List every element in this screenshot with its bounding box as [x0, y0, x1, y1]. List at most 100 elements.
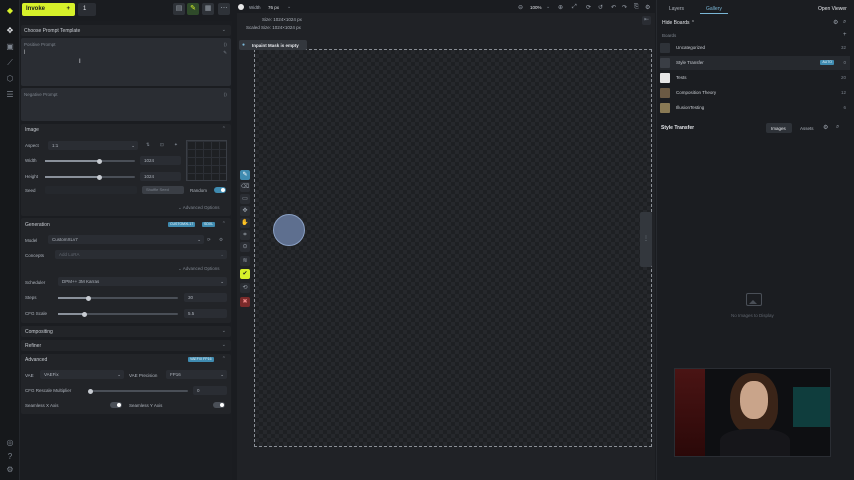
cfg-scale-slider[interactable]: [58, 311, 178, 317]
picker-tool-icon[interactable]: ⊙: [240, 242, 250, 252]
delete-tool-icon[interactable]: ✖: [240, 297, 250, 307]
expand-icon[interactable]: ⟨⟩: [223, 42, 227, 48]
compositing-section[interactable]: Compositing ⌄: [21, 326, 231, 337]
eraser-tool-icon[interactable]: ⌫: [240, 182, 250, 192]
seamless-x-toggle[interactable]: [110, 402, 122, 408]
quantity-field[interactable]: 1: [78, 3, 96, 16]
random-seed-toggle[interactable]: [214, 187, 226, 193]
redo-icon[interactable]: ↷: [622, 4, 627, 11]
shuffle-seed-button[interactable]: Shuffle Seed: [142, 186, 184, 194]
gallery-search-icon[interactable]: ⌕: [836, 124, 839, 131]
toggle-panel-icon[interactable]: ⇤: [642, 16, 651, 25]
reset-icon[interactable]: ↺: [598, 4, 603, 11]
zoom-level[interactable]: 100%: [530, 5, 542, 10]
gear-icon[interactable]: ⚙: [5, 465, 15, 475]
height-slider-thumb[interactable]: [96, 174, 102, 180]
grid-icon[interactable]: ▦: [202, 3, 214, 15]
drawing-canvas[interactable]: [254, 49, 652, 447]
steps-input[interactable]: 30: [184, 293, 227, 302]
chevron-up-icon[interactable]: ⌃: [222, 356, 226, 362]
save-icon[interactable]: ⎘: [634, 4, 639, 11]
help-icon[interactable]: ?: [5, 452, 15, 462]
advanced-options-image-toggle[interactable]: ⌄ Advanced Options: [178, 205, 220, 211]
canvas-tab-icon[interactable]: ✥: [5, 26, 15, 36]
rotate-icon[interactable]: ⟳: [586, 4, 591, 11]
clear-queue-icon[interactable]: ▤: [173, 3, 185, 15]
tab-gallery[interactable]: Gallery: [706, 6, 722, 12]
height-input[interactable]: 1024: [140, 172, 181, 181]
add-board-icon[interactable]: +: [843, 32, 847, 38]
brush-tool-icon[interactable]: ✎: [240, 170, 250, 180]
transform-tool-icon[interactable]: ⟲: [240, 283, 250, 293]
steps-slider-thumb[interactable]: [85, 295, 91, 301]
refiner-section[interactable]: Refiner ⌄: [21, 340, 231, 351]
prompt-template-selector[interactable]: Choose Prompt Template ⌄: [21, 25, 231, 36]
tab-layers[interactable]: Layers: [669, 6, 684, 12]
board-item[interactable]: Tests 20: [660, 71, 850, 85]
edit-icon[interactable]: ✎: [187, 3, 199, 15]
sparkle-icon[interactable]: ✦: [174, 142, 178, 148]
model-select[interactable]: CustomXLv7 ⌄: [48, 235, 204, 244]
undo-icon[interactable]: ↶: [611, 4, 616, 11]
chevron-up-icon[interactable]: ⌃: [222, 126, 226, 132]
board-item[interactable]: Style Transfer 0 AUTO: [660, 56, 850, 70]
gallery-settings-icon[interactable]: ⚙: [823, 124, 828, 131]
chevron-down-icon[interactable]: ⌄: [287, 4, 291, 10]
advanced-options-generation-toggle[interactable]: ⌄ Advanced Options: [178, 266, 220, 272]
chevron-up-icon[interactable]: ⌃: [222, 221, 226, 227]
image-tab-icon[interactable]: ▣: [5, 42, 15, 52]
open-viewer-button[interactable]: Open Viewer: [818, 6, 847, 12]
vae-select[interactable]: VAEFix ⌄: [40, 370, 124, 379]
cfg-scale-input[interactable]: 5.5: [184, 309, 227, 318]
settings-icon[interactable]: ⚙: [645, 4, 650, 11]
advanced-title[interactable]: Advanced: [25, 357, 47, 363]
width-input[interactable]: 1024: [140, 156, 181, 165]
right-panel-handle[interactable]: ⋮: [640, 212, 652, 267]
scheduler-select[interactable]: DPM++ 3M Karras ⌄: [58, 277, 227, 286]
queue-tab-icon[interactable]: ☰: [5, 90, 15, 100]
generation-section-title[interactable]: Generation: [25, 222, 50, 228]
seamless-y-toggle[interactable]: [213, 402, 225, 408]
more-icon[interactable]: ⋯: [218, 3, 230, 15]
fit-icon[interactable]: ⤢: [572, 4, 577, 11]
lightbulb-icon[interactable]: ◎: [5, 438, 15, 448]
aspect-select[interactable]: 1:1 ⌄: [48, 141, 138, 150]
search-icon[interactable]: ⌕: [843, 19, 846, 26]
expand-icon[interactable]: ⟨⟩: [223, 92, 227, 98]
rect-tool-icon[interactable]: ▭: [240, 194, 250, 204]
add-embedding-icon[interactable]: ✎: [223, 50, 227, 56]
workflow-tab-icon[interactable]: ⟋: [5, 58, 15, 68]
swap-icon[interactable]: ⇅: [146, 142, 150, 148]
board-item[interactable]: IllusionTesting 6: [660, 101, 850, 115]
width-slider-thumb[interactable]: [96, 158, 102, 164]
zoom-chevron-icon[interactable]: ⌄: [546, 4, 550, 10]
view-tool-icon[interactable]: ✋: [240, 218, 250, 228]
negative-prompt-input[interactable]: Negative Prompt ⟨⟩: [21, 88, 231, 121]
lock-icon[interactable]: ⊡: [160, 142, 164, 148]
hide-boards-button[interactable]: Hide Boards ⌃: [662, 20, 695, 26]
settings-icon[interactable]: ⚙: [833, 19, 838, 26]
height-slider[interactable]: [45, 174, 135, 180]
vae-precision-select[interactable]: FP16 ⌄: [166, 370, 227, 379]
board-item[interactable]: Composition Theory 12: [660, 86, 850, 100]
zoom-out-icon[interactable]: ⊖: [518, 4, 523, 11]
models-tab-icon[interactable]: ⬡: [5, 74, 15, 84]
move-tool-icon[interactable]: ✥: [240, 206, 250, 216]
brush-color-swatch[interactable]: [238, 4, 244, 10]
positive-prompt-input[interactable]: Positive Prompt | I ⟨⟩ ✎: [21, 38, 231, 86]
cfg-slider-thumb[interactable]: [81, 311, 87, 317]
seed-input[interactable]: [45, 186, 137, 194]
sync-icon[interactable]: ⟳: [207, 237, 211, 243]
tab-assets[interactable]: Assets: [800, 126, 814, 131]
bbox-tool-icon[interactable]: ⌗: [240, 230, 250, 240]
concepts-select[interactable]: Add LoRA ⌄: [55, 250, 227, 259]
cfg-rescale-thumb[interactable]: [88, 388, 93, 394]
brush-width-value[interactable]: 76 px: [268, 5, 279, 10]
model-settings-icon[interactable]: ⚙: [219, 237, 223, 243]
filter-tool-icon[interactable]: ≋: [240, 256, 250, 266]
cfg-rescale-input[interactable]: 0: [193, 386, 227, 395]
steps-slider[interactable]: [58, 295, 178, 301]
tab-images[interactable]: Images: [766, 123, 792, 133]
cfg-rescale-slider[interactable]: [88, 388, 188, 394]
invoke-button[interactable]: Invoke +: [22, 3, 75, 16]
